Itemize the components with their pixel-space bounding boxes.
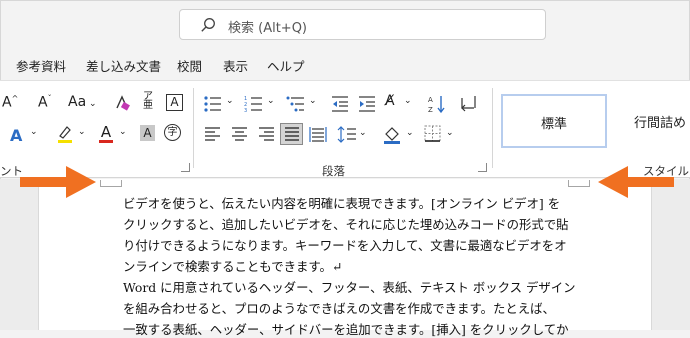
search-icon: [201, 18, 215, 32]
tab-view[interactable]: 表示: [223, 56, 248, 75]
borders-icon[interactable]: [424, 125, 441, 142]
borders-dropdown[interactable]: ⌄: [446, 128, 454, 138]
bullets-icon[interactable]: [203, 95, 223, 113]
font-dialog-launcher[interactable]: [181, 163, 190, 172]
line-spacing-icon[interactable]: [337, 126, 357, 143]
align-right-icon[interactable]: [258, 127, 275, 142]
distributed-icon[interactable]: [309, 126, 327, 143]
arrow-left-annotation: [598, 166, 674, 198]
decrease-indent-icon[interactable]: [331, 95, 349, 113]
svg-text:Z: Z: [428, 106, 433, 114]
group-separator: [492, 88, 493, 168]
doc-line: を組み合わせると、プロのようなできばえの文書を作成できます。たとえば、: [123, 301, 555, 316]
align-center-icon[interactable]: [231, 127, 248, 142]
justify-icon: [285, 127, 299, 141]
line-spacing-dropdown[interactable]: ⌄: [359, 128, 367, 138]
shading-dropdown[interactable]: ⌄: [406, 128, 414, 138]
search-box[interactable]: 検索 (Alt+Q): [179, 9, 546, 40]
doc-line: 一致する表紙、ヘッダー、サイドバーを追加できます。[挿入] をクリックしてか: [123, 322, 569, 337]
doc-line: ビデオを使うと、伝えたい内容を明確に表現できます。[オンライン ビデオ] を: [123, 196, 561, 211]
highlight-dropdown[interactable]: ⌄: [78, 127, 86, 137]
multilevel-list-icon[interactable]: [286, 95, 306, 113]
numbering-dropdown[interactable]: ⌄: [267, 96, 275, 106]
align-left-icon[interactable]: [204, 127, 221, 142]
highlight-icon[interactable]: [55, 124, 75, 144]
style-no-spacing[interactable]: 行間詰め: [614, 94, 690, 148]
tab-review[interactable]: 校閲: [177, 56, 202, 75]
justify-button[interactable]: [280, 123, 303, 145]
shading-icon[interactable]: [383, 125, 403, 144]
shrink-font-icon[interactable]: Aˇ: [38, 94, 52, 111]
char-shading-icon[interactable]: A: [140, 125, 155, 141]
char-border-icon[interactable]: A: [166, 94, 183, 111]
clear-format-icon[interactable]: [113, 94, 131, 112]
show-marks-icon[interactable]: [459, 94, 479, 114]
font-color-icon[interactable]: A: [99, 124, 113, 143]
arrow-right-annotation: [20, 166, 96, 198]
font-color-dropdown[interactable]: ⌄: [119, 127, 127, 137]
doc-line: ンラインで検索することもできます。↵: [123, 259, 343, 274]
grow-font-icon[interactable]: A^: [2, 94, 18, 111]
sort-icon[interactable]: AZ: [428, 94, 450, 114]
numbering-icon[interactable]: 123: [244, 95, 264, 113]
svg-text:A: A: [428, 96, 433, 104]
margin-marker-left: [100, 180, 122, 187]
svg-text:3: 3: [244, 108, 247, 113]
style-normal-label: 標準: [541, 117, 568, 132]
tab-references[interactable]: 参考資料: [16, 56, 66, 75]
search-placeholder: 検索 (Alt+Q): [228, 21, 308, 36]
increase-indent-icon[interactable]: [358, 95, 376, 113]
phonetic-guide-icon[interactable]: ア亜: [143, 92, 153, 111]
paragraph-dialog-launcher[interactable]: [478, 163, 487, 172]
tab-help[interactable]: ヘルプ: [267, 56, 305, 75]
multilevel-dropdown[interactable]: ⌄: [309, 96, 317, 106]
style-no-spacing-label: 行間詰め: [634, 116, 687, 131]
text-effects-dropdown[interactable]: ⌄: [30, 127, 38, 137]
group-separator: [193, 88, 194, 168]
change-case-button[interactable]: Aa ⌄: [68, 94, 97, 110]
char-spacing-icon[interactable]: A̸: [385, 93, 395, 109]
enclose-chars-icon[interactable]: 字: [164, 124, 181, 141]
bullets-dropdown[interactable]: ⌄: [226, 96, 234, 106]
doc-line: Word に用意されているヘッダー、フッター、表紙、テキスト ボックス デザイン: [123, 280, 576, 295]
tab-mailings[interactable]: 差し込み文書: [86, 56, 161, 75]
paragraph-group-label: 段落: [322, 164, 345, 178]
doc-line: り付けできるようになります。キーワードを入力して、文書に最適なビデオをオ: [123, 238, 567, 253]
text-effects-icon[interactable]: A: [10, 126, 22, 145]
char-spacing-dropdown[interactable]: ⌄: [404, 96, 412, 106]
style-normal[interactable]: 標準: [501, 94, 607, 148]
margin-marker-right: [568, 180, 590, 187]
doc-line: クリックすると、追加したいビデオを、それに応じた埋め込みコードの形式で貼: [123, 217, 569, 232]
